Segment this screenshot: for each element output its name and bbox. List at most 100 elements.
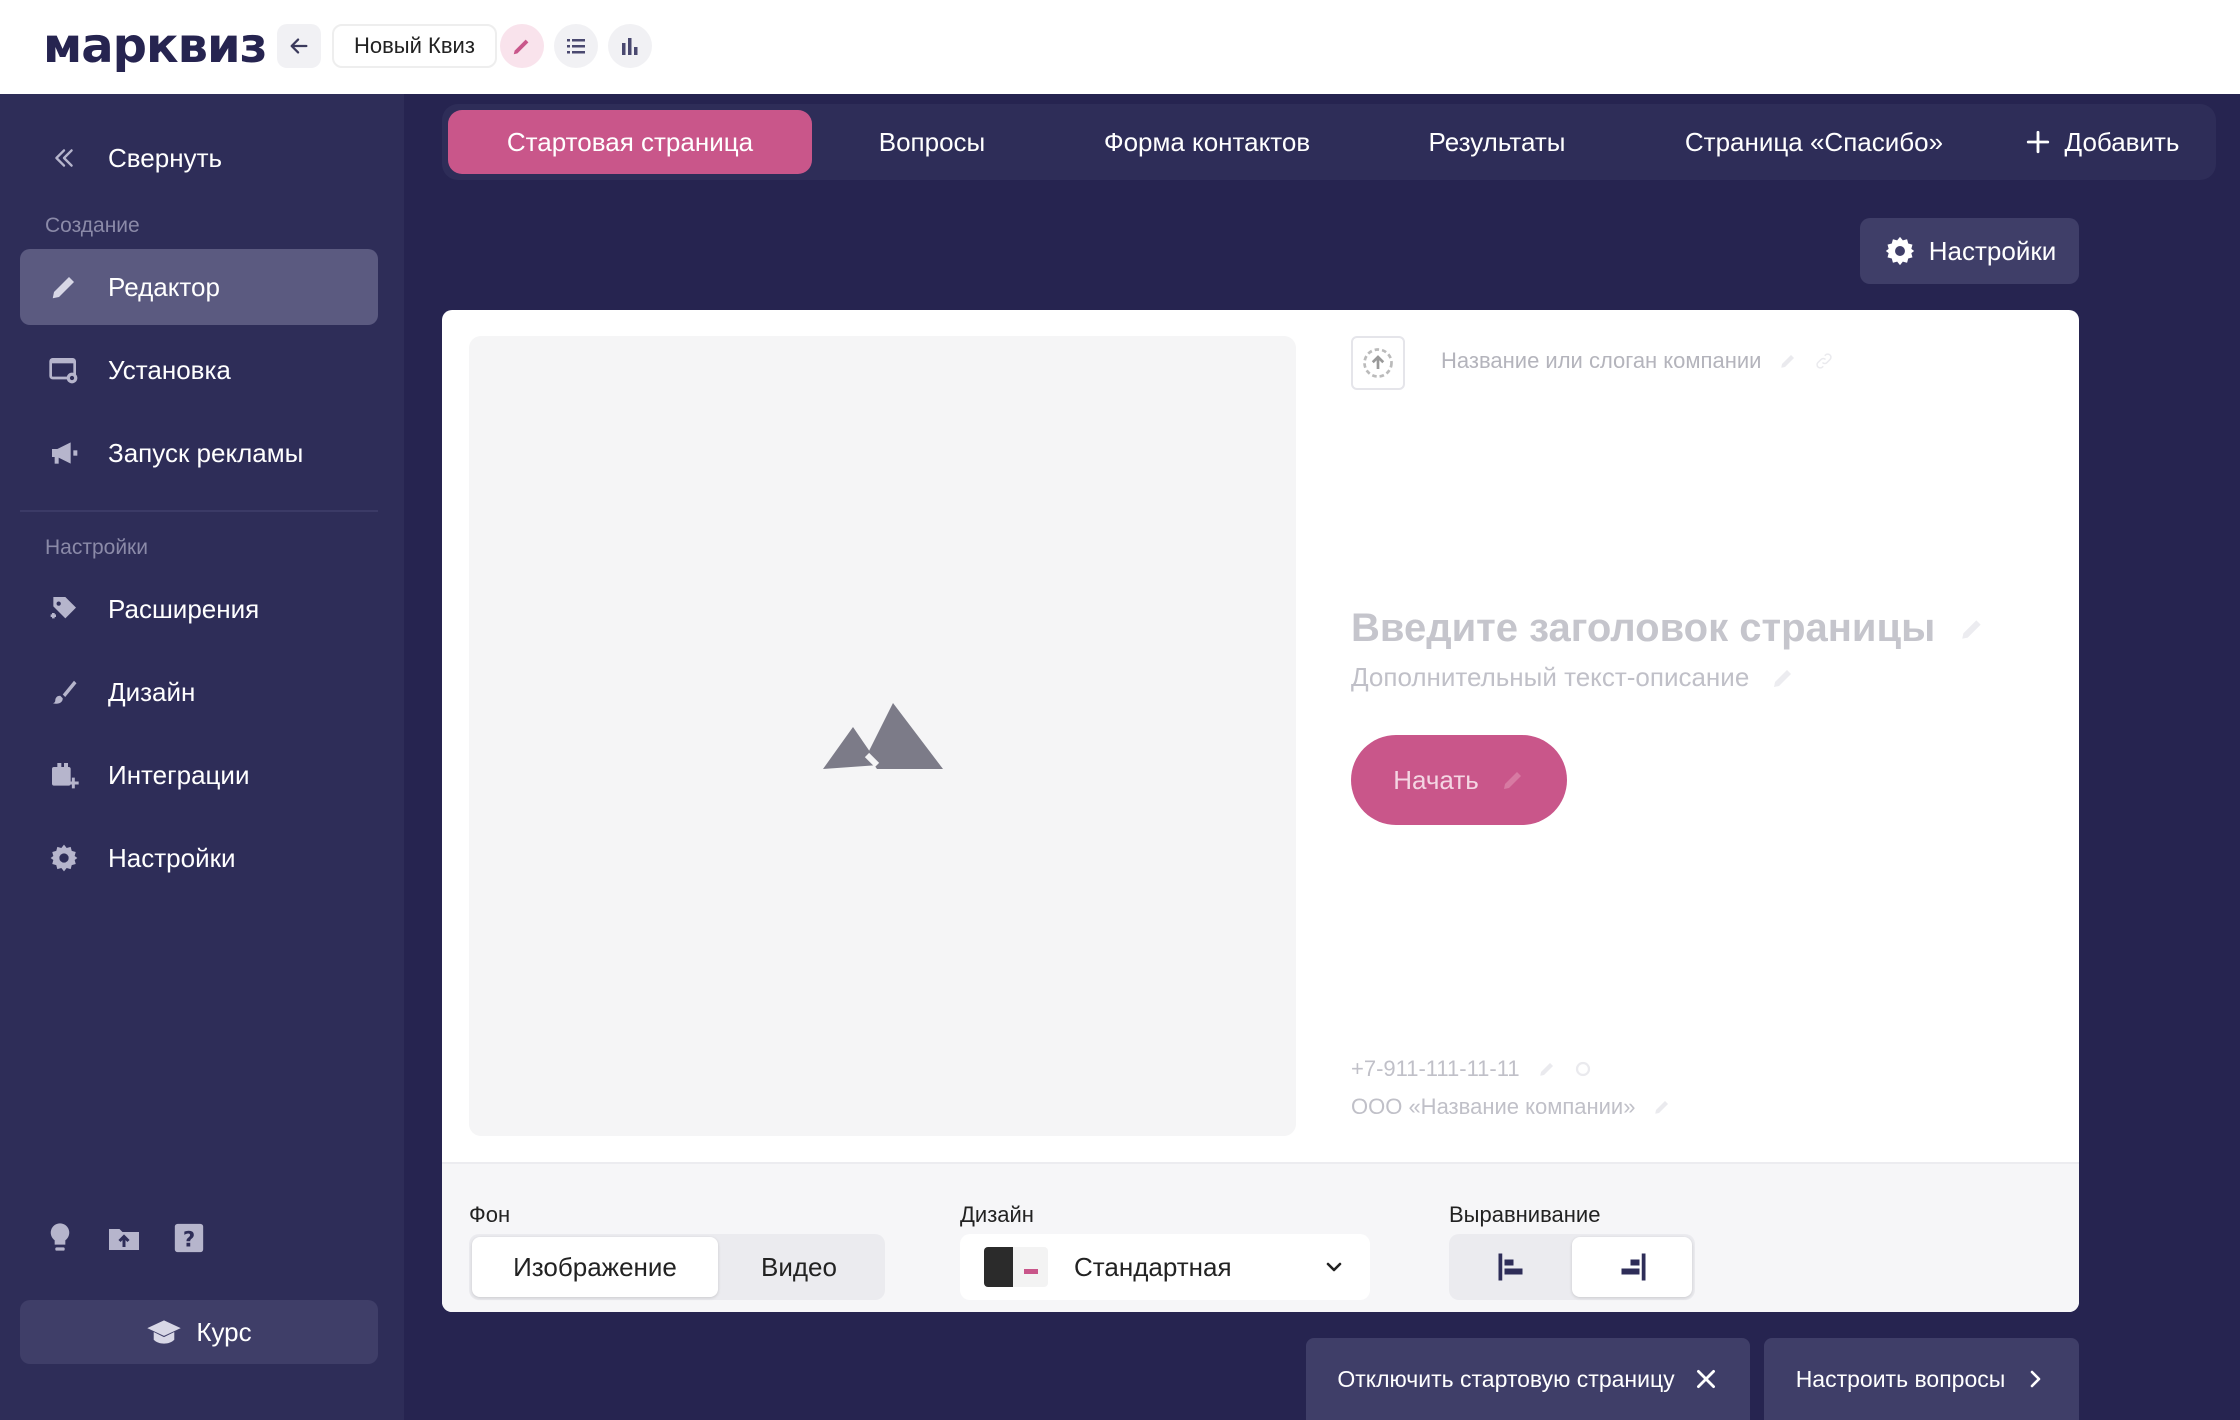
brush-icon bbox=[20, 677, 108, 707]
tab-add[interactable]: Добавить bbox=[2002, 110, 2202, 174]
page-subtext[interactable]: Дополнительный текст-описание bbox=[1351, 662, 1795, 693]
questions-list-button[interactable] bbox=[554, 24, 598, 68]
company-name-text: ООО «Название компании» bbox=[1351, 1094, 1636, 1119]
tab-questions[interactable]: Вопросы bbox=[832, 110, 1032, 174]
sidebar-item-label: Интеграции bbox=[108, 759, 250, 790]
background-image-placeholder[interactable] bbox=[469, 336, 1296, 1136]
folder-upload-icon[interactable] bbox=[106, 1220, 142, 1261]
app-logo[interactable]: марквиз bbox=[43, 18, 267, 74]
gear-icon bbox=[1885, 236, 1914, 266]
disable-start-page-label: Отключить стартовую страницу bbox=[1337, 1365, 1675, 1392]
edit-mode-button[interactable] bbox=[500, 24, 544, 68]
sidebar-collapse-label: Свернуть bbox=[108, 142, 223, 173]
start-page-options: Фон Изображение Видео Дизайн Стандартная… bbox=[442, 1162, 2079, 1312]
setup-questions-button[interactable]: Настроить вопросы bbox=[1764, 1338, 2079, 1420]
page-tabs: Стартовая страница Вопросы Форма контакт… bbox=[442, 104, 2216, 180]
plus-icon bbox=[2026, 130, 2049, 154]
svg-text:?: ? bbox=[183, 1228, 195, 1253]
design-thumbnail bbox=[984, 1247, 1048, 1287]
sidebar-item-install[interactable]: Установка bbox=[20, 332, 378, 408]
gear-icon bbox=[20, 842, 108, 874]
section-create-label: Создание bbox=[45, 214, 140, 237]
page-heading[interactable]: Введите заголовок страницы bbox=[1351, 606, 1985, 651]
back-button[interactable] bbox=[277, 24, 321, 68]
chevron-right-icon bbox=[2030, 1370, 2041, 1388]
tab-contact-form[interactable]: Форма контактов bbox=[1062, 110, 1352, 174]
sidebar-item-editor[interactable]: Редактор bbox=[20, 249, 378, 325]
design-label: Дизайн bbox=[960, 1202, 1034, 1227]
pencil-icon bbox=[1781, 355, 1795, 368]
pencil-icon bbox=[1962, 619, 1981, 639]
sidebar-item-ads[interactable]: Запуск рекламы bbox=[20, 415, 378, 491]
background-label: Фон bbox=[469, 1202, 511, 1227]
sidebar-item-label: Дизайн bbox=[108, 676, 196, 707]
alignment-toggle bbox=[1449, 1234, 1695, 1300]
design-select[interactable]: Стандартная bbox=[960, 1234, 1370, 1300]
bar-chart-icon bbox=[622, 38, 638, 55]
design-select-value: Стандартная bbox=[1074, 1251, 1232, 1282]
tab-start-page[interactable]: Стартовая страница bbox=[448, 110, 812, 174]
help-icon[interactable]: ? bbox=[172, 1220, 206, 1261]
page-heading-text: Введите заголовок страницы bbox=[1351, 606, 1936, 650]
link-icon bbox=[1816, 353, 1833, 369]
course-button[interactable]: Курс bbox=[20, 1300, 378, 1364]
page-settings-button[interactable]: Настройки bbox=[1860, 218, 2079, 284]
company-slogan[interactable]: Название или слоган компании bbox=[1441, 348, 1833, 374]
sidebar-item-label: Запуск рекламы bbox=[108, 437, 304, 468]
company-name[interactable]: ООО «Название компании» bbox=[1351, 1094, 1671, 1120]
pencil-icon bbox=[513, 39, 529, 55]
page-subtext-text: Дополнительный текст-описание bbox=[1351, 662, 1750, 692]
alignment-label: Выравнивание bbox=[1449, 1202, 1601, 1227]
integration-icon bbox=[20, 759, 108, 791]
list-icon bbox=[567, 39, 585, 54]
tab-results[interactable]: Результаты bbox=[1392, 110, 1602, 174]
tab-thank-you[interactable]: Страница «Спасибо» bbox=[1664, 110, 1964, 174]
sidebar-item-label: Установка bbox=[108, 354, 231, 385]
chevron-down-icon bbox=[1326, 1262, 1342, 1272]
statistics-button[interactable] bbox=[608, 24, 652, 68]
sidebar-item-design[interactable]: Дизайн bbox=[20, 654, 378, 730]
image-placeholder-icon bbox=[822, 703, 943, 769]
company-phone[interactable]: +7-911-111-11-11 bbox=[1351, 1056, 1592, 1082]
sidebar-bottom-icons: ? bbox=[44, 1220, 206, 1261]
sidebar-item-settings[interactable]: Настройки bbox=[20, 820, 378, 896]
align-left-icon bbox=[1498, 1253, 1523, 1281]
start-button[interactable]: Начать bbox=[1351, 735, 1567, 825]
align-left-button[interactable] bbox=[1452, 1237, 1572, 1297]
sidebar-collapse[interactable]: Свернуть bbox=[20, 120, 378, 196]
logo-upload-button[interactable] bbox=[1351, 336, 1405, 390]
pencil-icon bbox=[1503, 772, 1521, 789]
pencil-icon bbox=[1774, 669, 1792, 687]
install-icon bbox=[20, 354, 108, 386]
background-video-option[interactable]: Видео bbox=[718, 1237, 880, 1297]
sidebar-item-integrations[interactable]: Интеграции bbox=[20, 737, 378, 813]
top-bar: марквиз Новый Квиз bbox=[0, 0, 2240, 94]
extension-icon bbox=[20, 593, 108, 625]
align-right-icon bbox=[1621, 1253, 1646, 1281]
section-settings-label: Настройки bbox=[45, 536, 148, 559]
sidebar-item-label: Редактор bbox=[108, 271, 220, 302]
quiz-name[interactable]: Новый Квиз bbox=[332, 24, 497, 68]
disable-start-page-button[interactable]: Отключить стартовую страницу bbox=[1306, 1338, 1750, 1420]
sidebar: Свернуть Создание Редактор Установка Зап… bbox=[0, 94, 404, 1420]
align-right-button[interactable] bbox=[1572, 1237, 1692, 1297]
close-icon bbox=[1696, 1370, 1715, 1388]
start-page-editor: Название или слоган компании Введите заг… bbox=[442, 310, 2079, 1312]
sidebar-divider bbox=[20, 510, 378, 512]
pencil-icon bbox=[1539, 1063, 1553, 1076]
megaphone-icon bbox=[20, 437, 108, 469]
gear-icon bbox=[1575, 1061, 1590, 1077]
background-image-option[interactable]: Изображение bbox=[472, 1237, 718, 1297]
company-phone-text: +7-911-111-11-11 bbox=[1351, 1056, 1520, 1081]
background-type-toggle: Изображение Видео bbox=[469, 1234, 885, 1300]
course-label: Курс bbox=[196, 1316, 252, 1347]
page-settings-label: Настройки bbox=[1928, 235, 2057, 266]
start-button-label: Начать bbox=[1393, 764, 1479, 795]
setup-questions-label: Настроить вопросы bbox=[1795, 1365, 2006, 1392]
arrow-left-icon bbox=[290, 38, 308, 54]
graduation-cap-icon bbox=[147, 1320, 182, 1344]
upload-icon bbox=[1363, 348, 1393, 378]
sidebar-item-extensions[interactable]: Расширения bbox=[20, 571, 378, 647]
tab-add-label: Добавить bbox=[2064, 126, 2180, 157]
lightbulb-icon[interactable] bbox=[44, 1220, 76, 1261]
